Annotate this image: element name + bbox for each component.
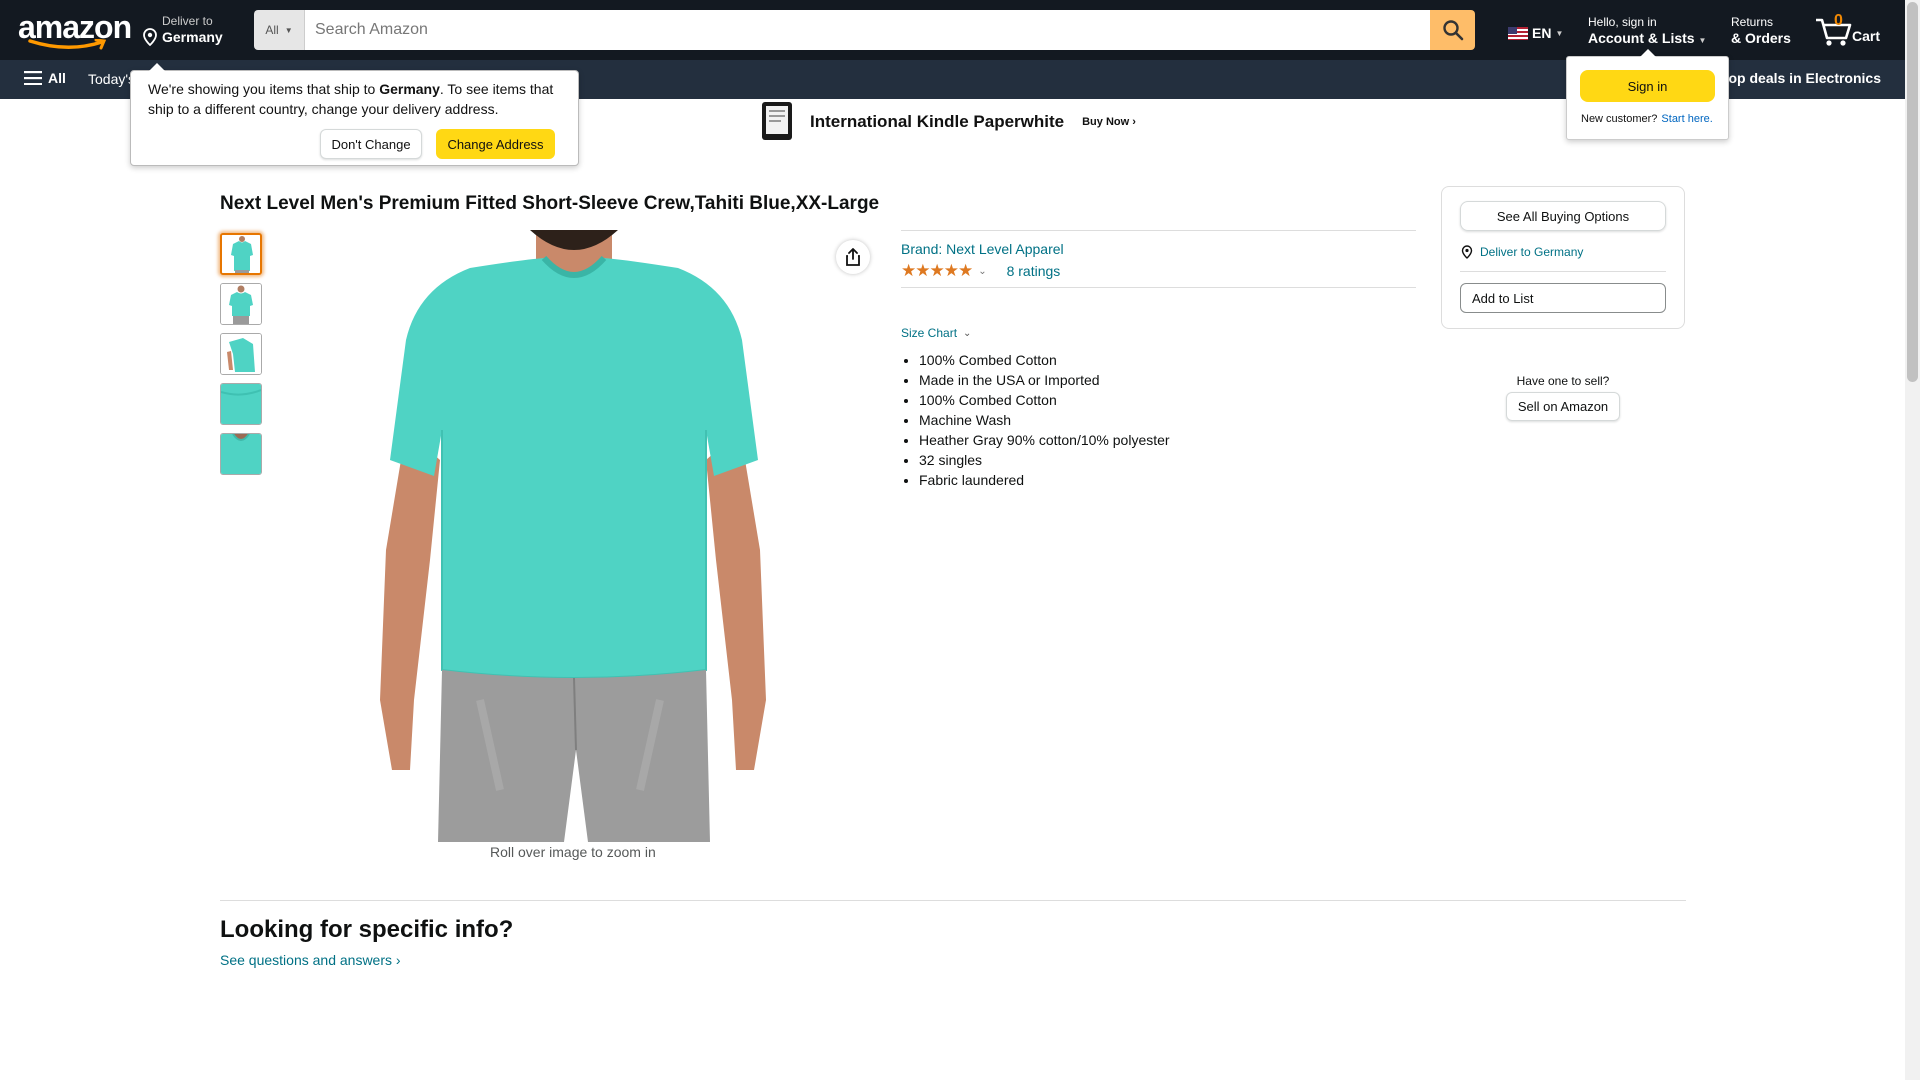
scrollbar-thumb[interactable] [1907, 2, 1918, 382]
questions-answers-link[interactable]: See questions and answers › [220, 952, 401, 968]
ratings-count-link[interactable]: 8 ratings [1007, 263, 1061, 279]
divider [901, 230, 1416, 231]
search-category-label: All [265, 23, 279, 37]
nav-electronics-deals[interactable]: op deals in Electronics [1729, 70, 1882, 86]
feature-bullet: 32 singles [919, 450, 1170, 470]
returns-label: Returns [1731, 15, 1774, 29]
banner-buy-now[interactable]: Buy Now › [1082, 116, 1136, 128]
ship-to-message: We're showing you items that ship to Ger… [148, 79, 558, 119]
shirt-thumbnail-icon [222, 235, 260, 273]
buy-box: See All Buying Options Deliver to German… [1441, 186, 1685, 329]
thumbnail-fabric[interactable] [220, 383, 262, 425]
language-selector[interactable]: EN ▼ [1508, 25, 1563, 41]
account-label: Account & Lists [1588, 30, 1695, 46]
brand-link[interactable]: Brand: Next Level Apparel [901, 241, 1064, 257]
cart-label: Cart [1852, 28, 1881, 44]
feature-bullet: 100% Combed Cotton [919, 390, 1170, 410]
deliver-to[interactable]: Deliver to Germany [142, 14, 223, 46]
ratings-row[interactable]: ★★★★★ ⌄ 8 ratings [901, 261, 1060, 281]
account-lists[interactable]: Hello, sign in Account & Lists ▼ [1588, 15, 1706, 50]
feature-bullet: Fabric laundered [919, 470, 1170, 490]
logo-smile-icon [28, 39, 107, 50]
thumbnail-front-2[interactable] [220, 283, 262, 325]
chevron-down-icon: ⌄ [963, 327, 972, 339]
product-main-image[interactable] [330, 230, 816, 842]
section-title: Looking for specific info? [220, 916, 514, 943]
flyout-caret [1640, 49, 1656, 57]
deliver-to-link[interactable]: Deliver to Germany [1460, 245, 1583, 259]
kindle-banner[interactable]: International Kindle Paperwhite Buy Now … [760, 101, 1136, 143]
message-country: Germany [379, 81, 440, 97]
shirt-thumbnail-icon [221, 334, 261, 374]
size-chart-label: Size Chart [901, 326, 958, 340]
deliver-to-label: Deliver to [162, 14, 213, 28]
new-customer-row: New customer? Start here. [1581, 113, 1713, 125]
caret-down-icon: ▼ [1555, 28, 1564, 38]
us-flag-icon [1508, 26, 1528, 40]
location-pin-icon [1461, 245, 1473, 259]
change-address-button[interactable]: Change Address [436, 129, 555, 159]
feature-bullet: Machine Wash [919, 410, 1170, 430]
feature-bullet: 100% Combed Cotton [919, 350, 1170, 370]
caret-down-icon: ▼ [1698, 36, 1707, 45]
dont-change-button[interactable]: Don't Change [320, 129, 422, 159]
sell-question: Have one to sell? [1516, 374, 1610, 388]
feature-bullet: Made in the USA or Imported [919, 370, 1170, 390]
size-chart-link[interactable]: Size Chart ⌄ [901, 326, 971, 340]
all-menu-label: All [48, 70, 66, 86]
chevron-down-icon: ⌄ [978, 265, 987, 277]
popover-caret [149, 63, 165, 71]
thumbnail-strip [220, 233, 262, 483]
page-scrollbar[interactable] [1905, 0, 1920, 1080]
see-all-buying-options-button[interactable]: See All Buying Options [1460, 201, 1666, 231]
all-menu-button[interactable]: All [24, 70, 66, 86]
nav-todays-deals[interactable]: Today's [88, 71, 135, 87]
message-text: We're showing you items that ship to [148, 81, 380, 97]
share-button[interactable] [836, 240, 870, 274]
start-here-link[interactable]: Start here. [1661, 113, 1712, 125]
shirt-thumbnail-icon [221, 284, 261, 324]
search-category-dropdown[interactable]: All ▼ [254, 10, 305, 50]
divider [1460, 271, 1666, 272]
add-to-list-button[interactable]: Add to List [1460, 283, 1666, 313]
divider [901, 287, 1416, 288]
cart-count: 0 [1834, 12, 1843, 29]
sell-section: Have one to sell? Sell on Amazon [1441, 374, 1685, 421]
share-icon [846, 248, 860, 266]
sign-in-button[interactable]: Sign in [1580, 70, 1715, 102]
search-bar: All ▼ [254, 10, 1475, 50]
cart-button[interactable]: 0 Cart [1814, 12, 1884, 48]
amazon-logo[interactable]: amazon [18, 11, 132, 50]
fabric-swatch-icon [221, 384, 261, 424]
star-rating-icon: ★★★★★ [901, 261, 973, 280]
new-customer-label: New customer? [1581, 113, 1658, 125]
language-code: EN [1532, 25, 1552, 41]
thumbnail-side[interactable] [220, 333, 262, 375]
hamburger-menu-icon [24, 71, 42, 85]
deliver-to-label: Deliver to Germany [1480, 245, 1584, 259]
caret-down-icon: ▼ [284, 25, 293, 35]
account-greeting: Hello, sign in [1588, 15, 1657, 29]
kindle-device-icon [762, 102, 792, 140]
product-title: Next Level Men's Premium Fitted Short-Sl… [220, 193, 880, 214]
zoom-hint: Roll over image to zoom in [490, 844, 656, 860]
shirt-thumbnail-icon [221, 434, 261, 474]
orders-label: & Orders [1731, 30, 1791, 46]
search-input[interactable] [305, 10, 1430, 50]
feature-bullet: Heather Gray 90% cotton/10% polyester [919, 430, 1170, 450]
deliver-country: Germany [162, 29, 223, 45]
sell-on-amazon-button[interactable]: Sell on Amazon [1505, 392, 1621, 421]
divider [220, 900, 1686, 901]
search-button[interactable] [1430, 10, 1475, 50]
returns-orders[interactable]: Returns & Orders [1731, 15, 1791, 47]
thumbnail-closeup[interactable] [220, 433, 262, 475]
thumbnail-front[interactable] [220, 233, 262, 275]
banner-title: International Kindle Paperwhite [810, 112, 1065, 131]
ship-to-popover: We're showing you items that ship to Ger… [130, 63, 579, 166]
top-nav: amazon Deliver to Germany All ▼ Search A… [0, 0, 1905, 60]
search-icon [1442, 20, 1463, 41]
location-pin-icon [143, 28, 157, 46]
signin-flyout: Sign in New customer? Start here. [1566, 49, 1729, 140]
feature-bullets: 100% Combed Cotton Made in the USA or Im… [919, 350, 1170, 490]
